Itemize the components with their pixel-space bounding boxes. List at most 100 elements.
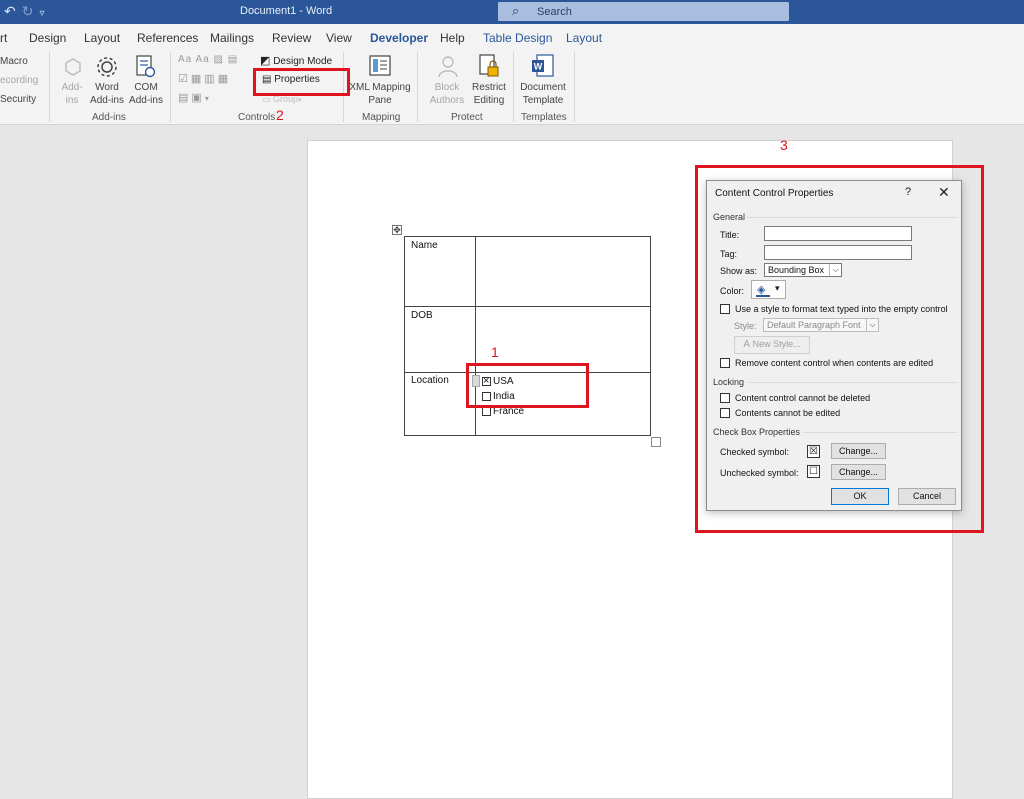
use-style-checkbox[interactable] xyxy=(720,304,730,314)
tag-input[interactable] xyxy=(764,245,912,260)
search-box[interactable]: ⌕ Search xyxy=(498,2,789,21)
chevron-down-icon: ▾ xyxy=(775,283,780,293)
annotation-2: 2 xyxy=(276,107,284,123)
svg-text:W: W xyxy=(534,62,543,72)
macro-button[interactable]: Macro xyxy=(0,55,28,68)
change-checked-button[interactable]: Change... xyxy=(831,443,886,459)
group-label-protect: Protect xyxy=(451,112,483,123)
control-icons-row-1: Aa Aa ▨ ▤ xyxy=(178,54,238,65)
restrict-editing-button[interactable]: Restrict Editing xyxy=(468,81,510,107)
rich-text-control-icon[interactable]: Aa xyxy=(178,54,192,65)
tab-insert[interactable]: rt xyxy=(0,31,7,45)
chevron-down-icon: ⌵ xyxy=(829,264,841,276)
addins-icon xyxy=(65,58,81,76)
remove-control-label: Remove content control when contents are… xyxy=(735,358,934,368)
block-authors-button[interactable]: Block Authors xyxy=(424,81,470,107)
ribbon-tabs: rt Design Layout References Mailings Rev… xyxy=(0,24,1024,51)
design-mode-icon: ◩ xyxy=(260,55,271,67)
tab-design[interactable]: Design xyxy=(29,31,66,45)
change-unchecked-button[interactable]: Change... xyxy=(831,464,886,480)
style-select[interactable]: Default Paragraph Font ⌵ xyxy=(763,318,879,332)
unchecked-symbol-icon: ☐ xyxy=(807,465,820,478)
dropdown-control-icon[interactable]: ▥ xyxy=(204,73,217,85)
help-icon[interactable]: ? xyxy=(905,186,911,198)
table-move-handle-icon[interactable]: ✥ xyxy=(392,225,402,235)
show-as-label: Show as: xyxy=(720,266,758,276)
tab-developer[interactable]: Developer xyxy=(370,31,429,51)
checked-symbol-label: Checked symbol: xyxy=(720,447,790,457)
ok-button[interactable]: OK xyxy=(831,488,889,505)
lock-delete-checkbox[interactable] xyxy=(720,393,730,403)
separator xyxy=(417,52,418,122)
section-checkbox-properties: Check Box Properties xyxy=(713,427,801,437)
tab-references[interactable]: References xyxy=(137,31,198,45)
xml-mapping-button[interactable]: XML Mapping Pane xyxy=(347,81,413,107)
chevron-down-icon: ⌵ xyxy=(866,319,878,331)
record-button[interactable]: ecording xyxy=(0,74,38,87)
undo-icon[interactable]: ↶ xyxy=(4,3,22,19)
separator xyxy=(513,52,514,122)
table-resize-handle[interactable] xyxy=(651,437,661,447)
annotation-box-properties xyxy=(253,68,350,96)
separator xyxy=(49,52,50,122)
ribbon: Macro ecording Security Add- ins Word Ad… xyxy=(0,48,1024,125)
picture-control-icon[interactable]: ▨ xyxy=(213,54,223,65)
color-swatch xyxy=(756,295,770,297)
macro-security-button[interactable]: Security xyxy=(0,93,36,106)
unchecked-box-icon xyxy=(482,407,491,416)
row-label-dob: DOB xyxy=(411,310,433,321)
addins-button[interactable]: Add- ins xyxy=(58,81,86,107)
remove-control-checkbox[interactable] xyxy=(720,358,730,368)
redo-icon[interactable]: ↻ xyxy=(22,3,40,19)
combo-box-control-icon[interactable]: ▦ xyxy=(191,73,204,85)
customize-icon[interactable]: ▿ xyxy=(39,8,50,19)
content-control-properties-dialog: Content Control Properties ? ✕ General T… xyxy=(706,180,962,511)
close-icon[interactable]: ✕ xyxy=(938,184,950,201)
lock-delete-label: Content control cannot be deleted xyxy=(735,393,871,403)
tab-view[interactable]: View xyxy=(326,31,352,45)
title-input[interactable] xyxy=(764,226,912,241)
tab-layout[interactable]: Layout xyxy=(84,31,120,45)
com-addins-button[interactable]: COM Add-ins xyxy=(127,81,165,107)
use-style-label: Use a style to format text typed into th… xyxy=(735,304,948,314)
checked-symbol-icon: ☒ xyxy=(807,445,820,458)
search-label: Search xyxy=(537,6,572,18)
row-divider xyxy=(404,306,651,307)
document-template-button[interactable]: Document Template xyxy=(517,81,569,107)
design-mode-button[interactable]: ◩ Design Mode xyxy=(260,54,332,67)
checkbox-control-icon[interactable]: ☑ xyxy=(178,73,191,85)
tab-review[interactable]: Review xyxy=(272,31,311,45)
separator xyxy=(170,52,171,122)
separator xyxy=(574,52,575,122)
word-addins-button[interactable]: Word Add-ins xyxy=(88,81,126,107)
plain-text-control-icon[interactable]: Aa xyxy=(195,54,209,65)
date-picker-control-icon[interactable]: ▦ xyxy=(218,73,231,85)
section-general: General xyxy=(713,212,746,222)
show-as-select[interactable]: Bounding Box ⌵ xyxy=(764,263,842,277)
building-block-control-icon[interactable]: ▤ xyxy=(228,54,238,65)
lock-edit-checkbox[interactable] xyxy=(720,408,730,418)
annotation-3: 3 xyxy=(780,137,788,153)
gear-icon xyxy=(97,57,117,77)
color-label: Color: xyxy=(720,286,745,296)
tag-label: Tag: xyxy=(720,249,738,259)
xml-mapping-icon xyxy=(369,55,391,76)
legacy-tools-icon[interactable]: ▣ xyxy=(191,92,204,104)
row-label-name: Name xyxy=(411,240,438,251)
new-style-button[interactable]: A New Style... xyxy=(734,336,810,354)
section-locking: Locking xyxy=(713,377,745,387)
divider xyxy=(749,382,957,383)
tab-table-layout[interactable]: Layout xyxy=(566,31,602,45)
style-value: Default Paragraph Font xyxy=(767,320,861,330)
lock-icon xyxy=(479,54,499,77)
search-icon: ⌕ xyxy=(512,3,520,18)
tab-help[interactable]: Help xyxy=(440,31,465,45)
group-label-controls: Controls xyxy=(238,112,276,123)
tab-table-design[interactable]: Table Design xyxy=(483,31,552,45)
cancel-button[interactable]: Cancel xyxy=(898,488,956,505)
tab-mailings[interactable]: Mailings xyxy=(210,31,254,45)
design-mode-label: Design Mode xyxy=(273,56,333,67)
color-picker-button[interactable]: ◈ ▾ xyxy=(751,280,786,299)
word-document-icon: W xyxy=(532,54,554,77)
repeating-section-icon[interactable]: ▤ xyxy=(178,92,191,104)
